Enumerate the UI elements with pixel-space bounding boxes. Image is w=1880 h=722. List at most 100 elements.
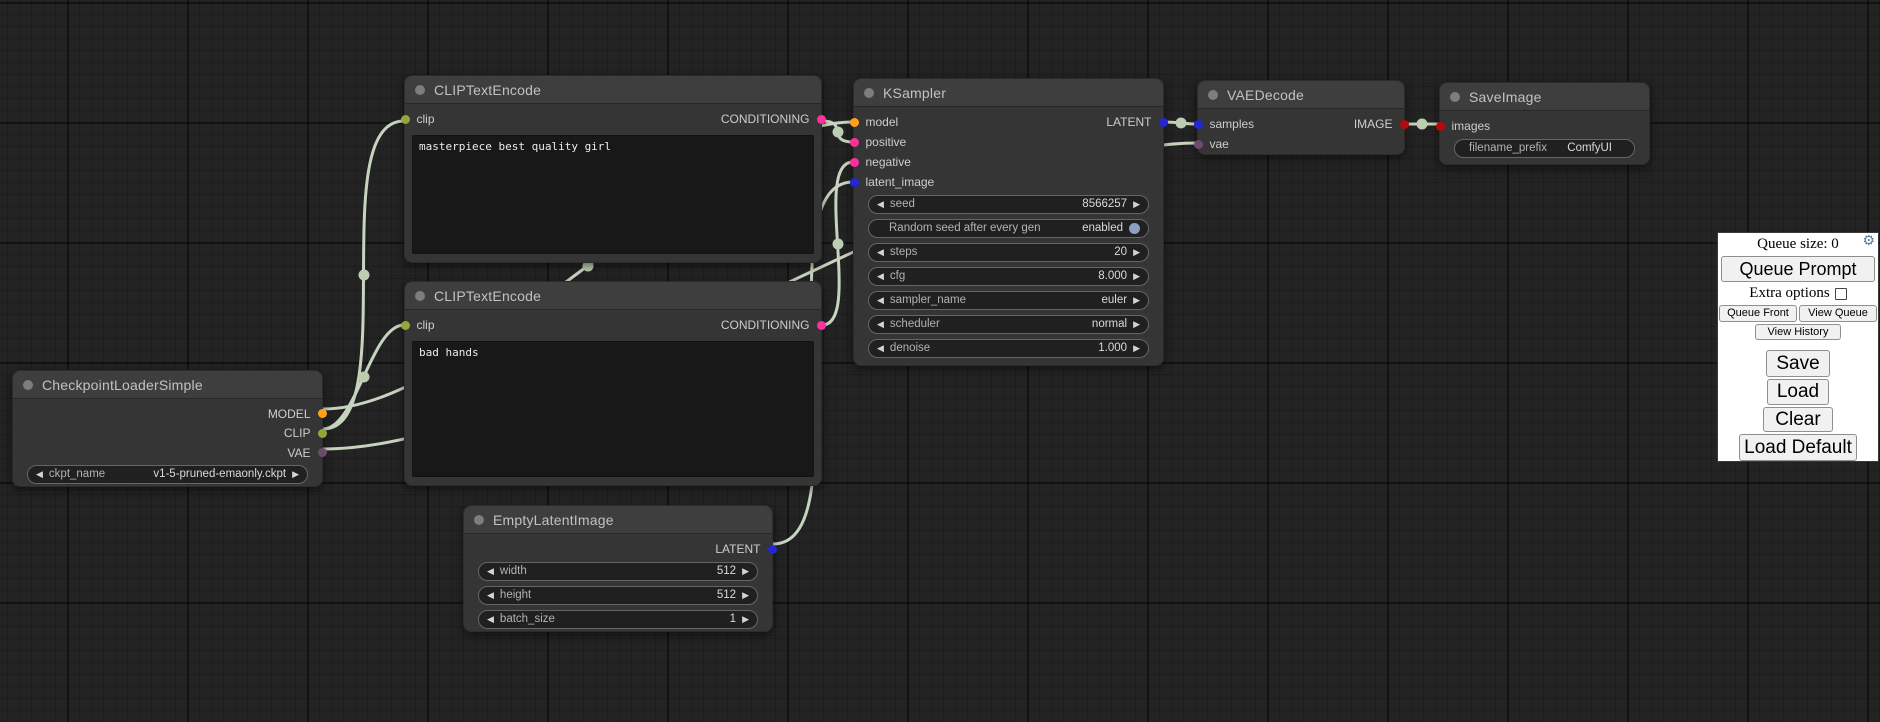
widget-batch-size[interactable]: ◀ batch_size 1 ▶ <box>478 610 758 629</box>
arrow-right-icon[interactable]: ▶ <box>742 566 749 577</box>
node-titlebar[interactable]: VAEDecode <box>1198 81 1404 109</box>
widget-random-seed-toggle[interactable]: Random seed after every gen enabled <box>868 219 1149 238</box>
widget-scheduler[interactable]: ◀ scheduler normal ▶ <box>868 315 1149 334</box>
collapse-dot-icon[interactable] <box>1208 90 1218 100</box>
queue-panel: Queue size: 0 ⚙ Queue Prompt Extra optio… <box>1717 232 1879 462</box>
widget-cfg[interactable]: ◀ cfg 8.000 ▶ <box>868 267 1149 286</box>
arrow-left-icon[interactable]: ◀ <box>487 566 494 577</box>
output-socket-vae[interactable] <box>318 448 327 457</box>
output-socket-latent[interactable] <box>1159 118 1168 127</box>
output-label: CONDITIONING <box>721 112 810 126</box>
arrow-right-icon[interactable]: ▶ <box>292 469 299 480</box>
prompt-textarea[interactable]: bad hands <box>412 341 814 477</box>
collapse-dot-icon[interactable] <box>23 380 33 390</box>
view-queue-button[interactable]: View Queue <box>1799 305 1877 322</box>
widget-sampler-name[interactable]: ◀ sampler_name euler ▶ <box>868 291 1149 310</box>
input-socket-clip[interactable] <box>401 321 410 330</box>
node-titlebar[interactable]: KSampler <box>854 79 1163 107</box>
arrow-right-icon[interactable]: ▶ <box>1133 343 1140 354</box>
settings-gear-icon[interactable]: ⚙ <box>1862 235 1875 249</box>
node-titlebar[interactable]: EmptyLatentImage <box>464 506 772 534</box>
widget-steps[interactable]: ◀ steps 20 ▶ <box>868 243 1149 262</box>
collapse-dot-icon[interactable] <box>864 88 874 98</box>
input-label: images <box>1452 119 1491 133</box>
node-cliptextencode-negative[interactable]: CLIPTextEncode clip CONDITIONING bad han… <box>404 281 822 486</box>
arrow-left-icon[interactable]: ◀ <box>487 590 494 601</box>
arrow-right-icon[interactable]: ▶ <box>1133 295 1140 306</box>
node-saveimage[interactable]: SaveImage images filename_prefix ComfyUI <box>1439 82 1650 165</box>
node-cliptextencode-positive[interactable]: CLIPTextEncode clip CONDITIONING masterp… <box>404 75 822 263</box>
node-vaedecode[interactable]: VAEDecode samples IMAGE vae <box>1197 80 1405 155</box>
queue-front-button[interactable]: Queue Front <box>1719 305 1797 322</box>
input-socket-model[interactable] <box>850 118 859 127</box>
node-checkpointloadersimple[interactable]: CheckpointLoaderSimple MODEL CLIP VAE ◀ … <box>12 370 323 487</box>
output-socket-clip[interactable] <box>318 429 327 438</box>
arrow-left-icon[interactable]: ◀ <box>877 271 884 282</box>
load-button[interactable]: Load <box>1767 379 1829 405</box>
widget-seed[interactable]: ◀ seed 8566257 ▶ <box>868 195 1149 214</box>
widget-width[interactable]: ◀ width 512 ▶ <box>478 562 758 581</box>
node-titlebar[interactable]: CLIPTextEncode <box>405 282 821 310</box>
input-label: samples <box>1210 117 1255 131</box>
arrow-left-icon[interactable]: ◀ <box>877 295 884 306</box>
node-title: VAEDecode <box>1227 87 1304 103</box>
prompt-textarea[interactable]: masterpiece best quality girl <box>412 135 814 254</box>
arrow-right-icon[interactable]: ▶ <box>742 590 749 601</box>
arrow-right-icon[interactable]: ▶ <box>1133 247 1140 258</box>
arrow-left-icon[interactable]: ◀ <box>877 319 884 330</box>
input-socket-latent-image[interactable] <box>850 178 859 187</box>
input-socket-vae[interactable] <box>1194 140 1203 149</box>
extra-options-checkbox[interactable] <box>1835 288 1847 300</box>
arrow-right-icon[interactable]: ▶ <box>1133 319 1140 330</box>
input-socket-positive[interactable] <box>850 138 859 147</box>
extra-options-label: Extra options <box>1749 285 1829 302</box>
arrow-left-icon[interactable]: ◀ <box>877 247 884 258</box>
queue-prompt-button[interactable]: Queue Prompt <box>1721 256 1875 282</box>
output-socket-conditioning[interactable] <box>817 321 826 330</box>
output-label: MODEL <box>268 407 311 421</box>
output-socket-image[interactable] <box>1400 120 1409 129</box>
collapse-dot-icon[interactable] <box>474 515 484 525</box>
input-socket-negative[interactable] <box>850 158 859 167</box>
input-socket-images[interactable] <box>1436 122 1445 131</box>
arrow-left-icon[interactable]: ◀ <box>877 199 884 210</box>
clear-button[interactable]: Clear <box>1763 407 1833 433</box>
widget-denoise[interactable]: ◀ denoise 1.000 ▶ <box>868 339 1149 358</box>
node-titlebar[interactable]: CLIPTextEncode <box>405 76 821 104</box>
output-label: VAE <box>287 446 310 460</box>
output-socket-model[interactable] <box>318 409 327 418</box>
collapse-dot-icon[interactable] <box>1450 92 1460 102</box>
output-label: LATENT <box>1106 115 1151 129</box>
output-label: CONDITIONING <box>721 318 810 332</box>
arrow-left-icon[interactable]: ◀ <box>877 343 884 354</box>
node-ksampler[interactable]: KSampler model LATENT positive negative … <box>853 78 1164 366</box>
widget-height[interactable]: ◀ height 512 ▶ <box>478 586 758 605</box>
node-title: CheckpointLoaderSimple <box>42 377 203 393</box>
node-title: SaveImage <box>1469 89 1542 105</box>
input-socket-samples[interactable] <box>1194 120 1203 129</box>
node-titlebar[interactable]: CheckpointLoaderSimple <box>13 371 322 399</box>
output-socket-latent[interactable] <box>768 545 777 554</box>
save-button[interactable]: Save <box>1766 350 1830 377</box>
node-emptylatentimage[interactable]: EmptyLatentImage LATENT ◀ width 512 ▶ ◀ … <box>463 505 773 632</box>
arrow-right-icon[interactable]: ▶ <box>742 614 749 625</box>
node-graph-canvas[interactable]: CheckpointLoaderSimple MODEL CLIP VAE ◀ … <box>0 0 1880 722</box>
arrow-left-icon[interactable]: ◀ <box>36 469 43 480</box>
view-history-button[interactable]: View History <box>1755 324 1841 340</box>
collapse-dot-icon[interactable] <box>415 291 425 301</box>
arrow-right-icon[interactable]: ▶ <box>1133 271 1140 282</box>
output-label: LATENT <box>715 542 760 556</box>
arrow-right-icon[interactable]: ▶ <box>1133 199 1140 210</box>
widget-ckpt-name[interactable]: ◀ ckpt_name v1-5-pruned-emaonly.ckpt ▶ <box>27 465 308 484</box>
load-default-button[interactable]: Load Default <box>1739 434 1857 461</box>
collapse-dot-icon[interactable] <box>415 85 425 95</box>
input-socket-clip[interactable] <box>401 115 410 124</box>
input-label: latent_image <box>866 175 935 189</box>
arrow-left-icon[interactable]: ◀ <box>487 614 494 625</box>
node-titlebar[interactable]: SaveImage <box>1440 83 1649 111</box>
output-socket-conditioning[interactable] <box>817 115 826 124</box>
input-label: clip <box>417 318 435 332</box>
widget-filename-prefix[interactable]: filename_prefix ComfyUI <box>1454 139 1635 158</box>
toggle-on-icon[interactable] <box>1129 223 1140 234</box>
node-title: EmptyLatentImage <box>493 512 614 528</box>
